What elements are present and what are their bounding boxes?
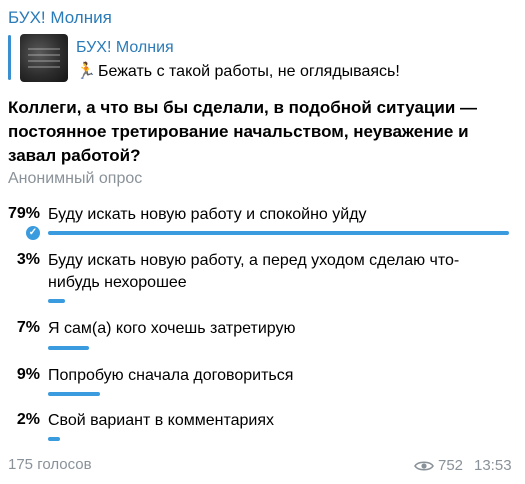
option-percent: 79% [7, 205, 40, 222]
reply-title[interactable]: БУХ! Молния [76, 39, 174, 57]
reply-text[interactable]: 🏃 Бежать с такой работы, не оглядываясь! [76, 61, 400, 81]
option-percent: 2% [16, 411, 40, 428]
option-percent: 9% [16, 366, 40, 383]
reply-thumbnail[interactable] [20, 34, 68, 82]
view-count-value: 752 [438, 457, 464, 474]
poll-type-label: Анонимный опрос [8, 170, 143, 187]
checkmark-icon: ✓ [26, 226, 40, 240]
option-result-bar [48, 231, 509, 235]
option-text: Я сам(а) кого хочешь затретирую [48, 320, 296, 337]
runner-emoji-icon: 🏃 [76, 63, 96, 80]
option-result-bar [48, 437, 60, 441]
option-percent: 7% [16, 319, 40, 336]
option-result-bar [48, 392, 100, 396]
vote-count: 175 голосов [8, 456, 92, 473]
reply-accent-bar [8, 35, 11, 80]
reply-text-content: Бежать с такой работы, не оглядываясь! [98, 63, 400, 80]
view-count: 752 [414, 457, 463, 474]
option-result-bar [48, 299, 65, 303]
channel-name[interactable]: БУХ! Молния [8, 8, 112, 28]
option-text: Буду искать новую работу и спокойно уйду [48, 206, 367, 223]
option-text: Попробую сначала договориться [48, 367, 294, 384]
eye-icon [414, 460, 434, 471]
poll-question: Коллеги, а что вы бы сделали, в подобной… [8, 98, 478, 165]
message-time: 13:53 [474, 457, 512, 474]
option-text: Свой вариант в комментариях [48, 412, 275, 429]
option-percent: 3% [16, 251, 40, 268]
option-result-bar [48, 346, 89, 350]
option-text: Буду искать новую работу, а перед уходом… [48, 252, 460, 291]
